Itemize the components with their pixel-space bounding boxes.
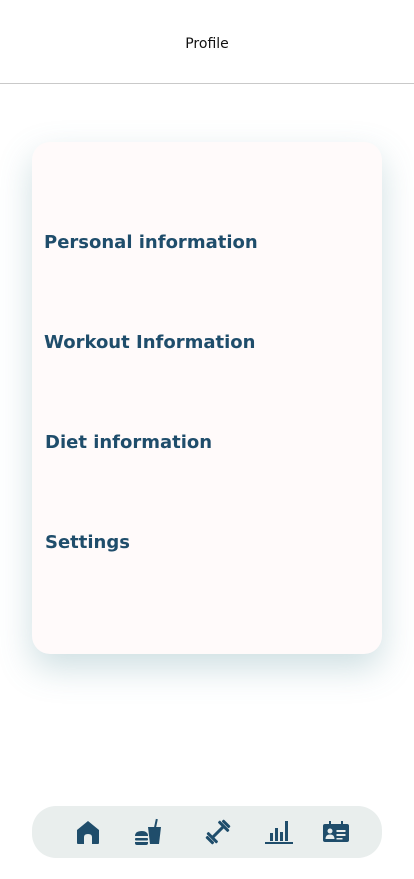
nav-diet-button[interactable] [132, 816, 164, 848]
menu-item-diet-information[interactable]: Diet information [45, 426, 370, 460]
profile-card-icon [323, 821, 349, 842]
home-icon [77, 821, 99, 844]
header-bar: Profile [0, 0, 414, 84]
food-drink-icon [135, 818, 161, 845]
menu-item-workout-information[interactable]: Workout Information [44, 326, 370, 360]
page-title: Profile [185, 36, 229, 52]
nav-workout-button[interactable] [202, 816, 234, 848]
nav-progress-button[interactable] [263, 816, 295, 848]
menu-item-settings[interactable]: Settings [45, 526, 370, 560]
nav-home-button[interactable] [72, 816, 104, 848]
dumbbell-icon [205, 819, 231, 845]
bottom-navigation [32, 806, 382, 858]
profile-menu-card: Personal information Workout Information… [32, 142, 382, 654]
profile-page: Profile Personal information Workout Inf… [0, 0, 414, 879]
nav-profile-button[interactable] [320, 816, 352, 848]
bar-chart-icon [265, 821, 293, 844]
menu-item-personal-information[interactable]: Personal information [44, 226, 370, 260]
